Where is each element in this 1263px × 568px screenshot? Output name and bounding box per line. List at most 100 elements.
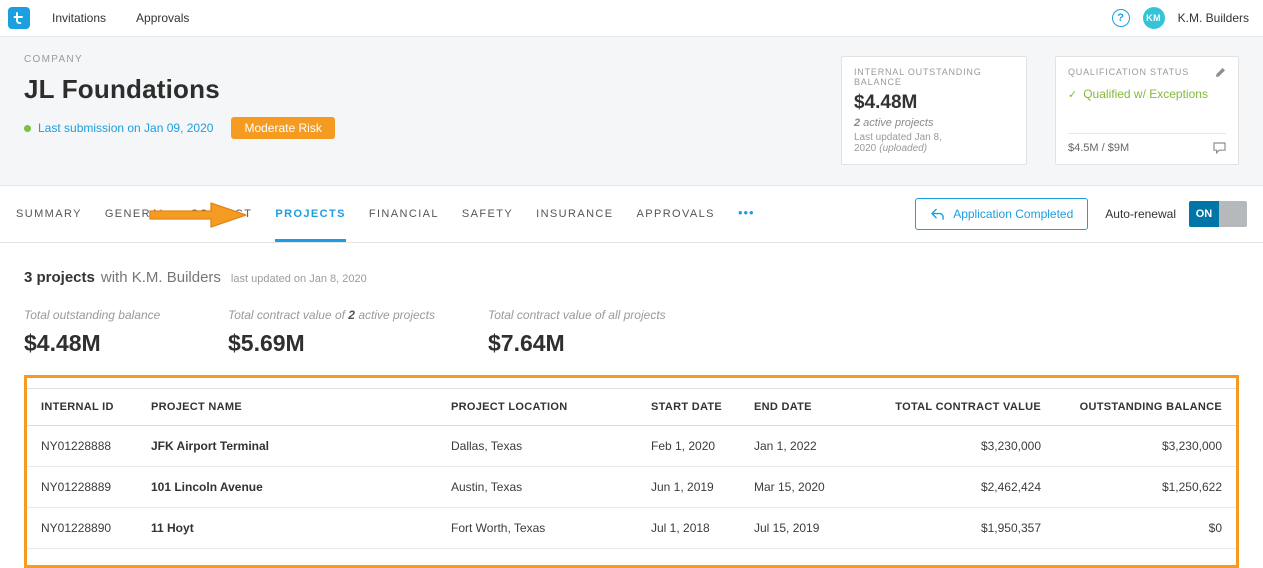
- active-projects-suffix: active projects: [860, 117, 934, 129]
- cell-internal-id: NY01228889: [27, 466, 137, 508]
- top-bar: Invitations Approvals ? KM K.M. Builders: [0, 0, 1263, 37]
- balance-card-label: INTERNAL OUTSTANDING BALANCE: [854, 67, 982, 87]
- stat-label: Total contract value of all projects: [488, 308, 666, 322]
- cell-outstanding-balance: $3,230,000: [1055, 425, 1236, 467]
- cell-total-contract-value: $2,462,424: [850, 466, 1055, 508]
- toggle-knob: [1219, 201, 1247, 227]
- cell-outstanding-balance: $0: [1055, 507, 1236, 549]
- tab-bar: SUMMARY GENERAL CONTACT PROJECTS FINANCI…: [0, 186, 1263, 243]
- cell-total-contract-value: $1,950,357: [850, 507, 1055, 549]
- user-name[interactable]: K.M. Builders: [1178, 11, 1249, 25]
- header-cards: INTERNAL OUTSTANDING BALANCE $4.48M 2 ac…: [841, 56, 1239, 165]
- comment-icon[interactable]: [1213, 142, 1226, 154]
- top-nav: Invitations Approvals: [52, 11, 189, 25]
- qualification-card-footer: $4.5M / $9M: [1068, 133, 1226, 154]
- projects-table: INTERNAL ID PROJECT NAME PROJECT LOCATIO…: [27, 388, 1236, 549]
- qualification-status-text: Qualified w/ Exceptions: [1083, 87, 1208, 101]
- stat-label-count: 2: [348, 308, 355, 322]
- cell-project-name: JFK Airport Terminal: [137, 425, 437, 467]
- company-section-label: COMPANY: [24, 54, 83, 65]
- topbar-right: ? KM K.M. Builders: [1111, 7, 1249, 29]
- undo-arrow-icon: [931, 208, 944, 220]
- status-dot-icon: [24, 124, 31, 132]
- auto-renewal-toggle[interactable]: ON: [1189, 201, 1247, 227]
- edit-icon[interactable]: [1215, 67, 1226, 78]
- stat-label: Total contract value of 2 active project…: [228, 308, 488, 322]
- project-stats: Total outstanding balance $4.48M Total c…: [24, 308, 1239, 357]
- column-header-total-contract-value: TOTAL CONTRACT VALUE: [850, 388, 1055, 426]
- outstanding-balance-card: INTERNAL OUTSTANDING BALANCE $4.48M 2 ac…: [841, 56, 1027, 165]
- tab-insurance[interactable]: INSURANCE: [536, 186, 613, 242]
- column-header-project-location: PROJECT LOCATION: [437, 388, 637, 426]
- more-tabs-icon[interactable]: •••: [738, 186, 755, 242]
- stat-all-contract-value: Total contract value of all projects $7.…: [488, 308, 666, 357]
- cell-end-date: Jul 15, 2019: [740, 507, 850, 549]
- tabbar-actions: Application Completed Auto-renewal ON: [915, 198, 1247, 230]
- check-icon: ✓: [1068, 88, 1078, 101]
- project-row[interactable]: NY01228889 101 Lincoln Avenue Austin, Te…: [27, 466, 1236, 508]
- column-header-end-date: END DATE: [740, 388, 850, 426]
- projects-title-row: 3 projects with K.M. Builders last updat…: [24, 269, 1239, 286]
- projects-panel: 3 projects with K.M. Builders last updat…: [0, 243, 1263, 568]
- column-header-project-name: PROJECT NAME: [137, 388, 437, 426]
- stat-label: Total outstanding balance: [24, 308, 161, 322]
- tab-projects[interactable]: PROJECTS: [275, 186, 346, 242]
- cell-internal-id: NY01228890: [27, 507, 137, 549]
- toggle-on-label: ON: [1189, 201, 1219, 227]
- application-completed-button[interactable]: Application Completed: [915, 198, 1089, 230]
- column-header-start-date: START DATE: [637, 388, 740, 426]
- avatar[interactable]: KM: [1142, 7, 1165, 29]
- projects-with: with K.M. Builders: [100, 269, 221, 286]
- stat-value: $7.64M: [488, 330, 565, 356]
- application-completed-label: Application Completed: [953, 207, 1074, 221]
- company-name: JL Foundations: [24, 74, 220, 104]
- cell-outstanding-balance: $1,250,622: [1055, 466, 1236, 508]
- cell-start-date: Jul 1, 2018: [637, 507, 740, 549]
- cell-project-name: 11 Hoyt: [137, 507, 437, 549]
- qualification-card-label: QUALIFICATION STATUS: [1068, 67, 1190, 77]
- projects-count: 3 projects: [24, 269, 95, 286]
- stat-value: $5.69M: [228, 330, 305, 356]
- project-row[interactable]: NY01228890 11 Hoyt Fort Worth, Texas Jul…: [27, 507, 1236, 549]
- cell-internal-id: NY01228888: [27, 425, 137, 467]
- balance-amount: $4.48M: [854, 92, 918, 113]
- cell-start-date: Jun 1, 2019: [637, 466, 740, 508]
- company-info: COMPANY JL Foundations Last submission o…: [24, 54, 841, 165]
- qualification-status: ✓ Qualified w/ Exceptions: [1068, 87, 1226, 101]
- qualification-card-header: QUALIFICATION STATUS: [1068, 67, 1226, 78]
- company-header: COMPANY JL Foundations Last submission o…: [0, 37, 1263, 186]
- column-header-outstanding-balance: OUTSTANDING BALANCE: [1055, 388, 1236, 426]
- submission-row: Last submission on Jan 09, 2020 Moderate…: [24, 117, 841, 139]
- qualification-limits: $4.5M / $9M: [1068, 142, 1130, 154]
- stat-active-contract-value: Total contract value of 2 active project…: [228, 308, 488, 357]
- tab-summary[interactable]: SUMMARY: [16, 186, 82, 242]
- last-submission-link[interactable]: Last submission on Jan 09, 2020: [38, 121, 213, 135]
- active-projects-text: 2 active projects: [854, 117, 1014, 129]
- balance-updated-text: Last updated Jan 8, 2020 (uploaded): [854, 132, 1014, 154]
- cell-end-date: Mar 15, 2020: [740, 466, 850, 508]
- tabs: SUMMARY GENERAL CONTACT PROJECTS FINANCI…: [16, 186, 755, 242]
- stat-total-outstanding: Total outstanding balance $4.48M: [24, 308, 228, 357]
- tab-financial[interactable]: FINANCIAL: [369, 186, 439, 242]
- tab-approvals[interactable]: APPROVALS: [637, 186, 715, 242]
- cell-end-date: Jan 1, 2022: [740, 425, 850, 467]
- cell-project-location: Fort Worth, Texas: [437, 507, 637, 549]
- balance-updated-note: (uploaded): [879, 143, 928, 154]
- auto-renewal-label: Auto-renewal: [1105, 207, 1176, 221]
- nav-item-approvals[interactable]: Approvals: [136, 11, 189, 25]
- help-icon[interactable]: ?: [1111, 9, 1130, 27]
- projects-table-annotation-box: INTERNAL ID PROJECT NAME PROJECT LOCATIO…: [24, 375, 1239, 568]
- stat-label-prefix: Total contract value of: [228, 308, 349, 322]
- tab-safety[interactable]: SAFETY: [462, 186, 513, 242]
- column-header-internal-id: INTERNAL ID: [27, 388, 137, 426]
- projects-last-updated: last updated on Jan 8, 2020: [230, 273, 367, 285]
- risk-badge: Moderate Risk: [231, 117, 335, 139]
- cell-project-location: Austin, Texas: [437, 466, 637, 508]
- cell-project-location: Dallas, Texas: [437, 425, 637, 467]
- annotation-arrow-icon: [149, 202, 247, 228]
- nav-item-invitations[interactable]: Invitations: [52, 11, 106, 25]
- table-header-row: INTERNAL ID PROJECT NAME PROJECT LOCATIO…: [27, 388, 1236, 426]
- app-logo[interactable]: [8, 7, 30, 29]
- cell-total-contract-value: $3,230,000: [850, 425, 1055, 467]
- project-row[interactable]: NY01228888 JFK Airport Terminal Dallas, …: [27, 425, 1236, 467]
